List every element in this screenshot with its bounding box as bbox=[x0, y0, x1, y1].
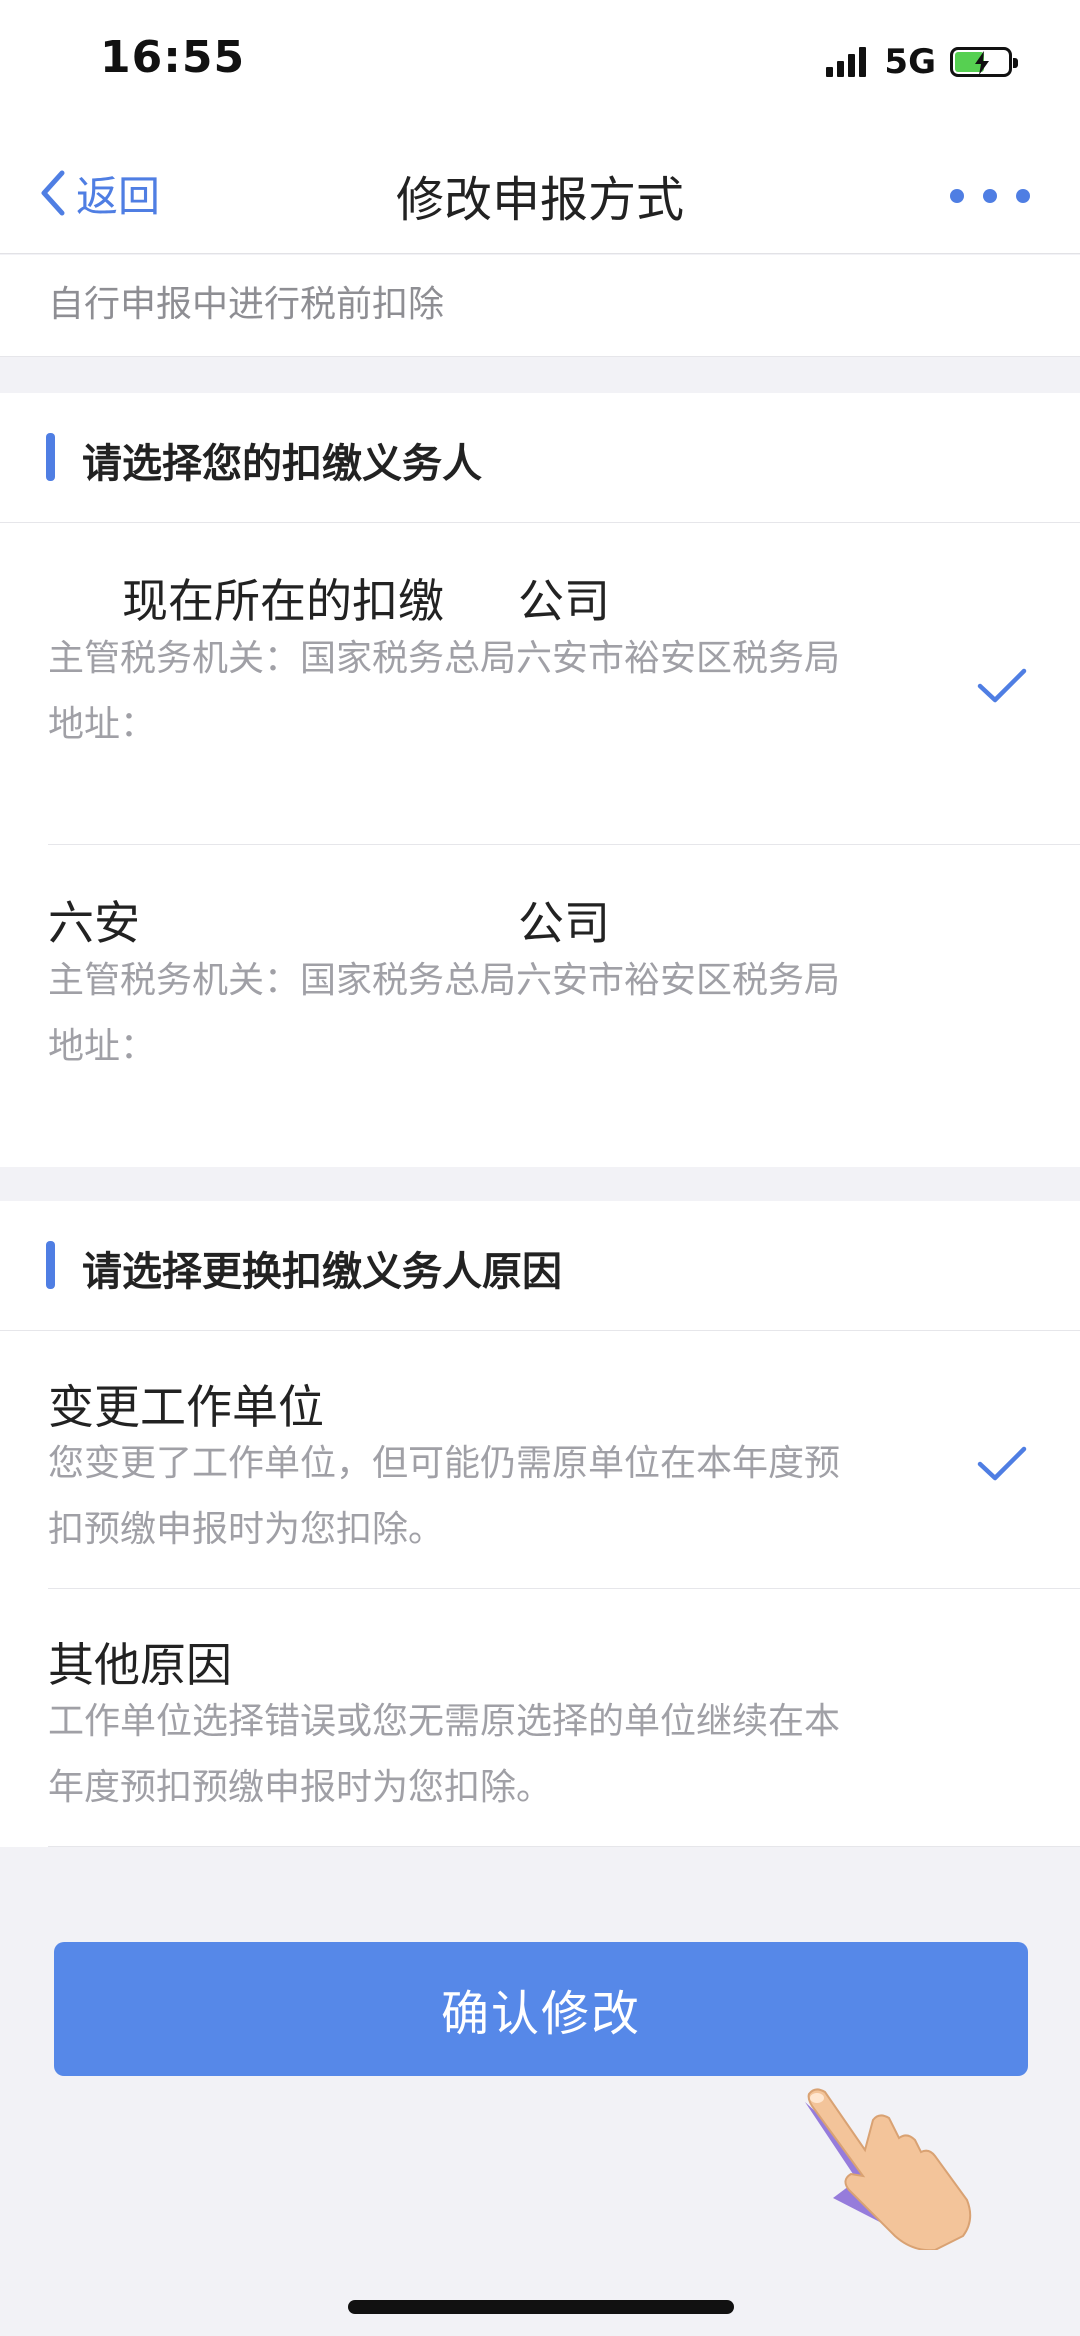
option-authority: 主管税务机关：国家税务总局六安市裕安区税务局 bbox=[48, 960, 841, 1001]
page: 16:55 5G 返回 修改申报方式 自行申报中进行税前扣除 请选择您的扣缴义务… bbox=[0, 0, 1080, 2336]
withholding-option-2[interactable]: 六安 公司 主管税务机关：国家税务总局六安市裕安区税务局 地址： bbox=[0, 845, 1080, 1167]
reason-option-2[interactable]: 其他原因 工作单位选择错误或您无需原选择的单位继续在本 年度预扣预缴申报时为您扣… bbox=[0, 1589, 1080, 1847]
option-name-prefix: 现在所在的扣缴 bbox=[122, 574, 444, 628]
section-accent-bar bbox=[46, 433, 55, 481]
status-indicators: 5G bbox=[826, 40, 1018, 84]
nav-bar: 返回 修改申报方式 bbox=[0, 130, 1080, 254]
confirm-button[interactable]: 确认修改 bbox=[54, 1942, 1028, 2076]
home-indicator bbox=[348, 2300, 734, 2314]
status-time: 16:55 bbox=[100, 32, 246, 83]
reason-option-1[interactable]: 变更工作单位 您变更了工作单位，但可能仍需原单位在本年度预 扣预缴申报时为您扣除… bbox=[0, 1331, 1080, 1589]
option-address: 地址： bbox=[48, 704, 157, 745]
pointing-hand-icon bbox=[805, 2088, 972, 2250]
option-name-suffix: 公司 bbox=[518, 896, 610, 950]
reason-name: 变更工作单位 bbox=[48, 1380, 324, 1434]
option-name-suffix: 公司 bbox=[518, 574, 610, 628]
section-accent-bar bbox=[46, 1241, 55, 1289]
section-title: 请选择您的扣缴义务人 bbox=[82, 441, 482, 487]
withholding-option-1[interactable]: 现在所在的扣缴 公司 主管税务机关：国家税务总局六安市裕安区税务局 地址： bbox=[0, 523, 1080, 845]
reason-name: 其他原因 bbox=[48, 1638, 232, 1692]
more-icon[interactable] bbox=[950, 182, 1030, 210]
previous-option-note: 自行申报中进行税前扣除 bbox=[48, 284, 445, 325]
page-title: 修改申报方式 bbox=[395, 172, 684, 228]
previous-option-section: 自行申报中进行税前扣除 bbox=[0, 255, 1080, 357]
reason-desc-line2: 年度预扣预缴申报时为您扣除。 bbox=[48, 1767, 553, 1808]
section-title: 请选择更换扣缴义务人原因 bbox=[82, 1249, 562, 1295]
check-icon bbox=[977, 668, 1027, 703]
reason-section-header: 请选择更换扣缴义务人原因 bbox=[0, 1201, 1080, 1331]
signal-icon bbox=[826, 47, 870, 77]
reason-desc-line1: 工作单位选择错误或您无需原选择的单位继续在本 bbox=[48, 1701, 841, 1742]
withholding-section-header: 请选择您的扣缴义务人 bbox=[0, 393, 1080, 523]
check-icon bbox=[977, 1446, 1027, 1481]
reason-desc-line1: 您变更了工作单位，但可能仍需原单位在本年度预 bbox=[48, 1443, 841, 1484]
network-type: 5G bbox=[884, 42, 936, 82]
option-name-prefix: 六安 bbox=[48, 896, 140, 950]
option-address: 地址： bbox=[48, 1026, 157, 1067]
battery-icon bbox=[950, 47, 1018, 77]
reason-desc-line2: 扣预缴申报时为您扣除。 bbox=[48, 1509, 445, 1550]
status-bar: 16:55 5G bbox=[0, 0, 1080, 130]
option-authority: 主管税务机关：国家税务总局六安市裕安区税务局 bbox=[48, 638, 841, 679]
